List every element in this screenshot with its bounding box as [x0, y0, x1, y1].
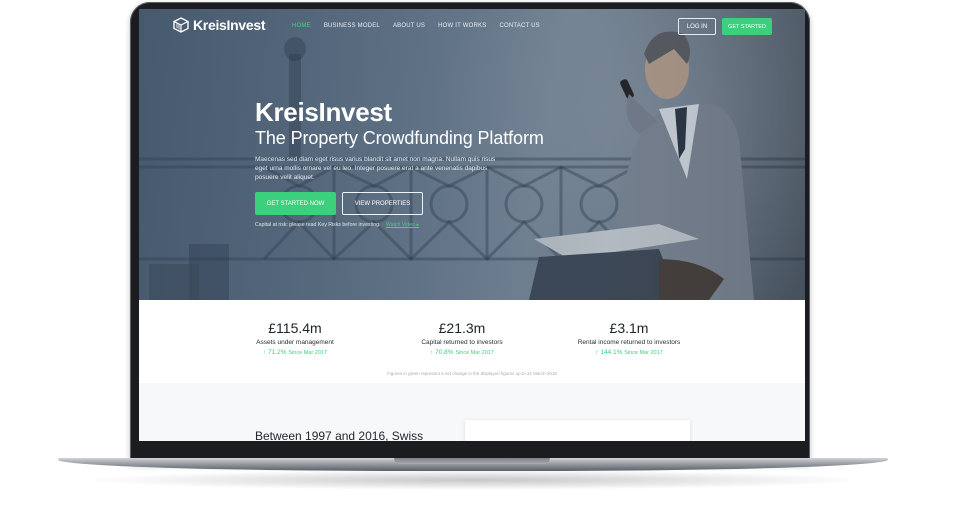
logo[interactable]: KreisInvest	[173, 17, 265, 33]
stat-since: Since Mar 2017	[288, 350, 327, 356]
menu-item-business-model[interactable]: BUSINESS MODEL	[324, 23, 380, 29]
hero-description: Maecenas sed diam eget risus varius blan…	[255, 156, 496, 181]
stat-assets: £115.4m Assets under management ↑ 71.2% …	[215, 320, 375, 356]
stat-change: ↑ 70.8% Since Mar 2017	[382, 349, 542, 356]
stat-change-value: 70.8%	[435, 349, 454, 356]
menu-item-how-it-works[interactable]: HOW IT WORKS	[438, 23, 486, 29]
view-properties-button[interactable]: VIEW PROPERTIES	[342, 192, 423, 215]
hero-title: KreisInvest	[255, 97, 392, 127]
watch-video-link[interactable]: Watch Video ▸	[386, 222, 419, 228]
up-arrow-icon: ↑	[595, 349, 599, 356]
main-menu: HOME BUSINESS MODEL ABOUT US HOW IT WORK…	[292, 23, 540, 29]
risk-text: Capital at risk: please read Key Risks b…	[255, 222, 381, 228]
stat-value: £115.4m	[268, 320, 322, 336]
stat-change-value: 144.1%	[600, 349, 623, 356]
stat-since: Since Mar 2017	[455, 350, 494, 356]
logo-cube-icon	[173, 17, 189, 33]
stat-change: ↑ 144.1% Since Mar 2017	[549, 349, 709, 356]
risk-warning: Capital at risk: please read Key Risks b…	[255, 222, 419, 228]
nav-get-started-button[interactable]: GET STARTED	[722, 18, 772, 35]
stat-label: Capital returned to investors	[421, 339, 503, 346]
stat-value: £3.1m	[609, 320, 649, 336]
menu-item-home[interactable]: HOME	[292, 23, 311, 29]
up-arrow-icon: ↑	[263, 349, 267, 356]
stat-capital-returned: £21.3m Capital returned to investors ↑ 7…	[382, 320, 542, 356]
logo-text: KreisInvest	[193, 17, 266, 33]
stat-rental-income: £3.1m Rental income returned to investor…	[549, 320, 709, 356]
info-card	[465, 420, 690, 441]
stats-footnote: Figures in green represent a net change …	[387, 371, 557, 376]
stat-change-value: 71.2%	[268, 349, 287, 356]
up-arrow-icon: ↑	[430, 349, 434, 356]
stat-label: Assets under management	[256, 339, 334, 346]
watch-video-label: Watch Video	[385, 222, 416, 228]
laptop-screen: KreisInvest HOME BUSINESS MODEL ABOUT US…	[139, 9, 805, 441]
laptop-notch	[394, 458, 550, 464]
laptop-shadow	[80, 470, 870, 490]
stat-since: Since Mar 2017	[624, 350, 663, 356]
stat-label: Rental income returned to investors	[577, 339, 681, 346]
menu-item-contact-us[interactable]: CONTACT US	[499, 23, 539, 29]
stat-value: £21.3m	[438, 320, 486, 336]
hero-subtitle: The Property Crowdfunding Platform	[255, 128, 544, 148]
navbar: KreisInvest HOME BUSINESS MODEL ABOUT US…	[139, 9, 805, 45]
stat-change: ↑ 71.2% Since Mar 2017	[215, 349, 375, 356]
get-started-now-button[interactable]: GET STARTED NOW	[255, 192, 336, 215]
play-arrow-icon: ▸	[416, 222, 420, 228]
menu-item-about-us[interactable]: ABOUT US	[393, 23, 425, 29]
lower-section: Between 1997 and 2016, Swiss	[139, 383, 805, 441]
login-button[interactable]: LOG IN	[678, 18, 716, 35]
section-heading: Between 1997 and 2016, Swiss	[255, 429, 424, 441]
